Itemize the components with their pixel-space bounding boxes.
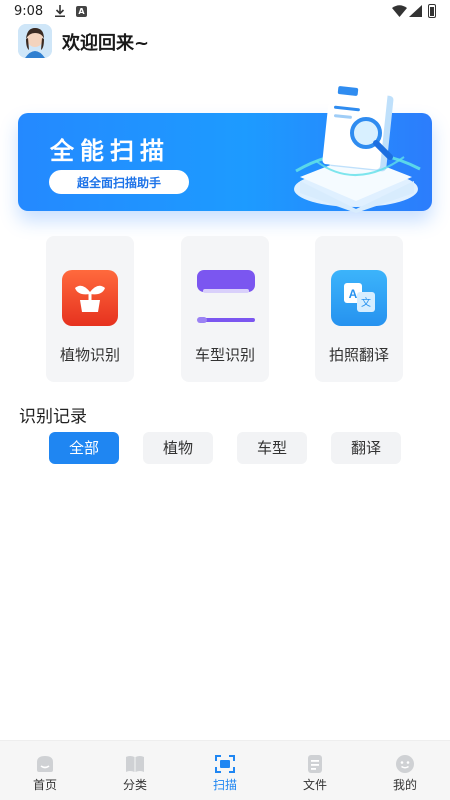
translate-icon: A 文 bbox=[331, 270, 387, 326]
welcome-text: 欢迎回来~ bbox=[62, 33, 150, 54]
avatar[interactable] bbox=[18, 24, 52, 58]
nav-item-category[interactable]: 分类 bbox=[90, 741, 180, 800]
scan-banner[interactable]: 全能扫描 超全面扫描助手 bbox=[18, 86, 432, 213]
nav-item-scan[interactable]: 扫描 bbox=[180, 741, 270, 800]
banner-subtitle: 超全面扫描助手 bbox=[76, 176, 161, 190]
nav-label: 分类 bbox=[122, 778, 147, 792]
status-bar: 9:08 A bbox=[0, 0, 450, 24]
battery-icon bbox=[428, 4, 436, 18]
svg-text:文: 文 bbox=[361, 296, 371, 309]
car-recognition-card[interactable]: 车型识别 bbox=[181, 236, 269, 382]
card-label: 车型识别 bbox=[194, 346, 255, 364]
avatar-icon bbox=[18, 24, 52, 58]
nav-label: 文件 bbox=[302, 778, 327, 792]
signal-icon bbox=[409, 5, 422, 17]
tab-label: 植物 bbox=[162, 439, 193, 457]
plant-recognition-card[interactable]: 植物识别 bbox=[46, 236, 134, 382]
tab-car[interactable]: 车型 bbox=[237, 432, 307, 464]
book-icon bbox=[126, 756, 144, 772]
file-icon bbox=[308, 755, 322, 773]
tab-label: 翻译 bbox=[350, 439, 381, 457]
plant-icon bbox=[62, 270, 118, 326]
document-scan-icon bbox=[294, 86, 421, 213]
tab-all[interactable]: 全部 bbox=[49, 432, 119, 464]
card-label: 拍照翻译 bbox=[328, 346, 389, 364]
tab-plant[interactable]: 植物 bbox=[143, 432, 213, 464]
tab-label: 全部 bbox=[68, 439, 99, 457]
svg-text:A: A bbox=[349, 287, 358, 301]
tab-label: 车型 bbox=[256, 439, 287, 457]
status-time: 9:08 bbox=[14, 4, 44, 19]
nav-item-profile[interactable]: 我的 bbox=[360, 741, 450, 800]
nav-label: 我的 bbox=[392, 778, 417, 792]
records-title: 识别记录 bbox=[19, 407, 87, 427]
nav-item-file[interactable]: 文件 bbox=[270, 741, 360, 800]
nav-label: 扫描 bbox=[212, 778, 237, 792]
card-label: 植物识别 bbox=[59, 346, 120, 364]
wifi-icon bbox=[392, 5, 407, 17]
home-icon bbox=[37, 756, 53, 772]
scan-icon bbox=[215, 755, 235, 773]
photo-translate-card[interactable]: A 文 拍照翻译 bbox=[315, 236, 403, 382]
nav-item-home[interactable]: 首页 bbox=[0, 741, 90, 800]
profile-icon bbox=[396, 755, 414, 773]
banner-subtitle-pill[interactable]: 超全面扫描助手 bbox=[49, 170, 189, 194]
a-icon: A bbox=[76, 6, 87, 17]
download-icon bbox=[55, 5, 65, 17]
car-icon bbox=[197, 270, 255, 326]
bottom-nav: 首页 分类 扫描 文件 我的 bbox=[0, 740, 450, 800]
tab-translate[interactable]: 翻译 bbox=[331, 432, 401, 464]
nav-label: 首页 bbox=[32, 778, 57, 792]
banner-title: 全能扫描 bbox=[50, 137, 170, 165]
